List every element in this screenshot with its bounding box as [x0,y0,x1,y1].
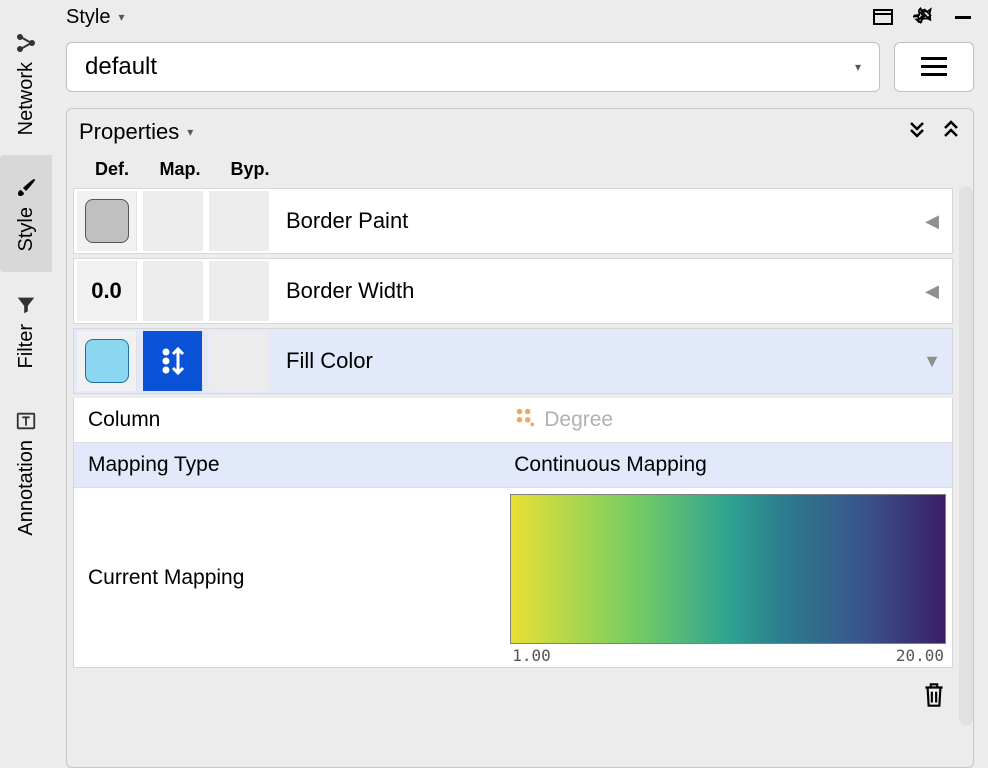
property-label: Fill Color [272,348,912,374]
brush-icon [13,175,39,201]
text-box-icon [13,408,39,434]
vertical-scrollbar[interactable] [959,186,973,726]
col-def-header: Def. [79,159,145,180]
default-swatch[interactable] [77,331,137,391]
property-row-border-width[interactable]: 0.0 Border Width ◀ [73,258,953,324]
col-byp-header: Byp. [215,159,285,180]
collapse-all-icon[interactable] [941,119,961,145]
col-map-header: Map. [145,159,215,180]
mapping-continuous-icon [158,344,188,378]
mapping-column-row[interactable]: Column Degree [74,398,952,442]
property-label: Border Paint [272,208,912,234]
minimize-icon[interactable] [952,6,974,28]
expand-arrow-icon[interactable]: ◀ [912,211,952,232]
share-nodes-icon [13,30,39,56]
caret-down-icon: ▾ [187,125,193,139]
funnel-icon [13,292,39,318]
mapping-detail-table: Column Degree Mapping Type Continuous Ma… [73,398,953,668]
bypass-swatch[interactable] [209,191,269,251]
mapping-swatch[interactable] [143,331,203,391]
mapping-column-value[interactable]: Degree [504,398,952,442]
expand-arrow-icon[interactable]: ◀ [912,281,952,302]
left-tab-rail: Network Style Filter Annotation [0,0,52,768]
expand-all-icon[interactable] [907,119,927,145]
mapping-swatch[interactable] [143,261,203,321]
style-name-value: default [85,53,157,81]
collapse-arrow-icon[interactable]: ▼ [912,351,952,372]
style-name-select[interactable]: default ▾ [66,42,880,92]
panel-topbar: Style ▾ [52,0,988,34]
current-mapping-row[interactable]: Current Mapping 1.00 20.00 [74,487,952,667]
gradient-editor[interactable] [510,494,946,644]
caret-down-icon: ▾ [855,60,861,74]
bypass-swatch[interactable] [209,331,269,391]
caret-down-icon: ▾ [118,10,124,24]
tab-style[interactable]: Style [0,155,52,271]
bypass-swatch[interactable] [209,261,269,321]
tab-annotation[interactable]: Annotation [0,388,52,556]
property-row-fill-color[interactable]: Fill Color ▼ [73,328,953,394]
tab-network[interactable]: Network [0,10,52,155]
property-row-border-paint[interactable]: Border Paint ◀ [73,188,953,254]
properties-menu[interactable]: Properties ▾ [79,119,193,145]
style-options-button[interactable] [894,42,974,92]
current-mapping-label: Current Mapping [74,488,504,667]
column-headers: Def. Map. Byp. [67,155,973,186]
mapping-type-label: Mapping Type [74,443,504,487]
gradient-min: 1.00 [512,646,551,665]
tab-style-label: Style [15,207,38,251]
float-window-icon[interactable] [872,6,894,28]
hamburger-icon [921,57,947,77]
delete-mapping-button[interactable] [921,680,947,716]
properties-title: Properties [79,119,179,145]
trash-icon [921,680,947,710]
mapping-type-row[interactable]: Mapping Type Continuous Mapping [74,442,952,487]
tab-filter-label: Filter [15,324,38,368]
mapping-type-value[interactable]: Continuous Mapping [504,443,952,487]
tab-network-label: Network [15,62,38,135]
property-label: Border Width [272,278,912,304]
default-swatch[interactable] [77,191,137,251]
tab-annotation-label: Annotation [15,440,38,536]
numeric-column-icon [514,406,536,434]
gradient-axis: 1.00 20.00 [510,644,946,665]
panel-title-text: Style [66,6,110,29]
panel-title-menu[interactable]: Style ▾ [66,6,125,29]
mapping-column-label: Column [74,398,504,442]
mapping-swatch[interactable] [143,191,203,251]
gradient-max: 20.00 [896,646,944,665]
default-swatch[interactable]: 0.0 [77,261,137,321]
pin-icon[interactable] [912,6,934,28]
tab-filter[interactable]: Filter [0,272,52,388]
